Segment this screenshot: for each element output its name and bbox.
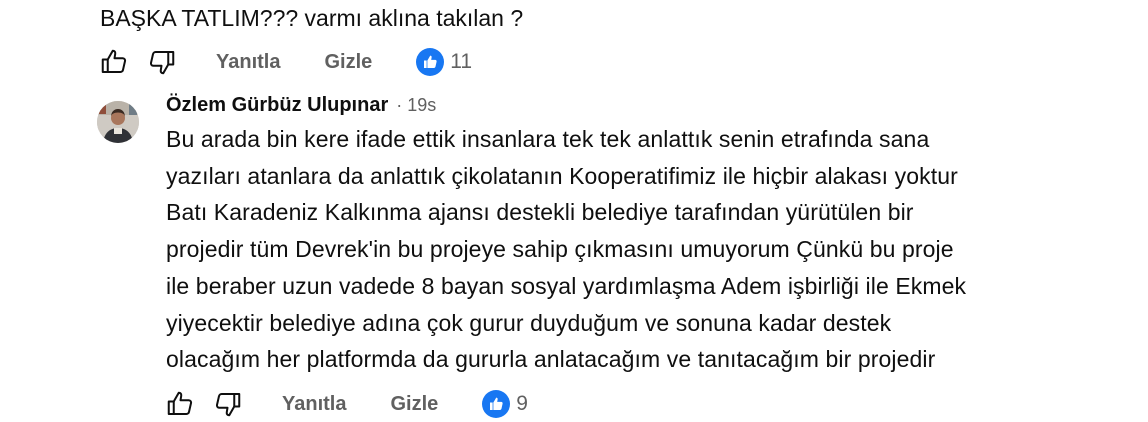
reply-text-line: yiyecektir belediye adına çok gurur duyd… [166, 309, 892, 336]
reply-text-line: projedir tüm Devrek'in bu projeye sahip … [166, 236, 954, 263]
reactions-summary[interactable]: 9 [482, 390, 528, 418]
dislike-button[interactable] [212, 388, 244, 420]
timestamp[interactable]: 19s [407, 95, 436, 116]
like-button[interactable] [98, 46, 130, 78]
author-name[interactable]: Özlem Gürbüz Ulupınar [166, 94, 388, 117]
meta-separator: · [396, 95, 403, 115]
reply-text-line: ile beraber uzun vadede 8 bayan sosyal y… [166, 272, 967, 299]
reply-text-line: Batı Karadeniz Kalkınma ajansı destekli … [166, 199, 914, 226]
reply-header: Özlem Gürbüz Ulupınar · 19s [166, 94, 436, 117]
parent-comment-text: BAŞKA TATLIM??? varmı aklına takılan ? [100, 5, 524, 31]
dislike-button[interactable] [146, 46, 178, 78]
reply-actions: Yanıtla Gizle 9 [164, 386, 528, 422]
thumbs-up-icon [167, 391, 193, 415]
thumbs-down-icon [149, 51, 175, 75]
reply-button[interactable]: Yanıtla [216, 51, 280, 74]
avatar[interactable] [97, 101, 139, 143]
reply-text: Bu arada bin kere ifade ettik insanlara … [166, 121, 1126, 378]
reply-text-line: olacağım her platformda da gururla anlat… [166, 346, 936, 373]
hide-button[interactable]: Gizle [324, 51, 372, 74]
parent-comment-actions: Yanıtla Gizle 11 [98, 44, 472, 80]
thumbs-down-icon [215, 393, 241, 417]
reply-text-line: yazıları atanlara da anlattık çikolatanı… [166, 162, 958, 189]
reaction-count: 9 [516, 392, 528, 415]
like-button[interactable] [164, 388, 196, 420]
reaction-count: 11 [450, 50, 473, 73]
thumbs-up-icon [101, 49, 127, 73]
reply-text-line: Bu arada bin kere ifade ettik insanlara … [166, 126, 930, 152]
reactions-summary[interactable]: 11 [416, 48, 472, 76]
hide-button[interactable]: Gizle [390, 393, 438, 416]
like-reaction-icon [416, 48, 445, 76]
reply-button[interactable]: Yanıtla [282, 393, 346, 416]
like-reaction-icon [482, 390, 511, 418]
